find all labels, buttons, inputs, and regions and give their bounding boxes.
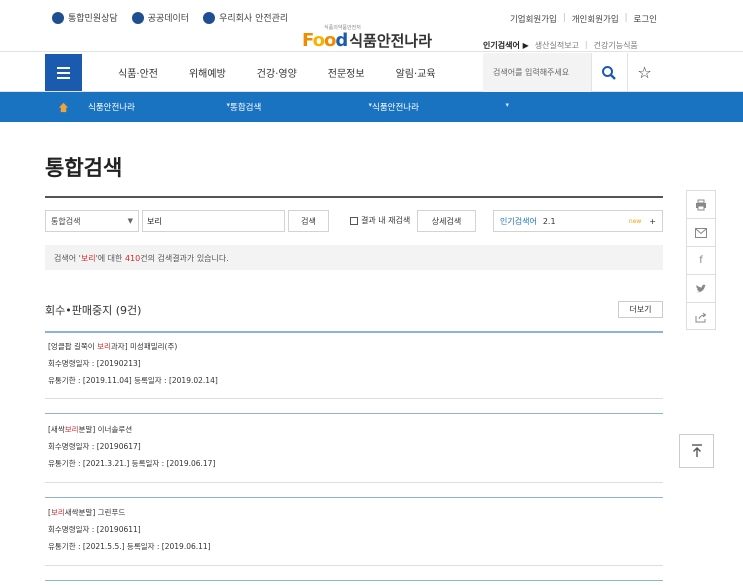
breadcrumb-item[interactable]: 식품안전나라 ▾ (88, 101, 230, 113)
site-logo[interactable]: 식품의약품안전처 Food 식품안전나라 (302, 25, 432, 51)
popular-keywords-box[interactable]: 인기검색어 2.1 new + (493, 210, 663, 232)
top-link-opendata[interactable]: 공공데이터 (131, 11, 189, 24)
result-title[interactable]: [새싹보리분말] 이너솔루션 (48, 421, 215, 438)
data-icon (131, 11, 144, 24)
search-icon[interactable] (591, 53, 625, 92)
expand-icon[interactable]: + (649, 217, 656, 226)
result-item[interactable]: [엉클팝 길쭉이 보리과자] 미성패밀리(주) 회수명령일자 : [201902… (48, 338, 218, 389)
divider (45, 398, 663, 399)
breadcrumb-item[interactable]: 통합검색 ▾ (230, 101, 372, 113)
nav-item-notice[interactable]: 알림·교육 (396, 65, 436, 80)
mail-icon[interactable] (687, 219, 715, 247)
personal-signup-link[interactable]: 개인회원가입 (572, 13, 619, 25)
popular-term[interactable]: 건강기능식품 (594, 40, 638, 51)
consult-icon (52, 11, 64, 24)
twitter-icon[interactable] (687, 275, 715, 303)
divider (45, 413, 663, 414)
result-recall-date: 회수명령일자 : [20190617] (48, 442, 141, 451)
section-title: 회수•판매중지 (9건) (45, 304, 142, 317)
scroll-top-button[interactable] (679, 434, 714, 468)
more-button[interactable]: 더보기 (618, 301, 663, 318)
nav-item-health[interactable]: 건강·영양 (257, 65, 297, 80)
title-divider (45, 196, 663, 198)
popular-term[interactable]: 생산실적보고 (535, 40, 579, 51)
arrow-up-icon (691, 444, 702, 457)
new-badge: new (628, 217, 642, 225)
search-button[interactable]: 검색 (288, 210, 329, 232)
result-title[interactable]: [보리새싹분말] 그린푸드 (48, 504, 211, 521)
company-icon (203, 11, 216, 24)
menu-button[interactable] (45, 54, 82, 91)
print-icon[interactable] (687, 191, 715, 219)
corp-signup-link[interactable]: 기업회원가입 (510, 13, 557, 25)
dropdown-icon: ▼ (127, 217, 133, 225)
nav-item-expert[interactable]: 전문정보 (328, 65, 365, 80)
home-icon[interactable] (45, 92, 82, 122)
detail-search-button[interactable]: 상세검색 (417, 210, 476, 232)
result-title[interactable]: [엉클팝 길쭉이 보리과자] 미성패밀리(주) (48, 338, 218, 355)
checkbox-icon (350, 216, 358, 225)
section-divider (45, 331, 663, 333)
divider (45, 497, 663, 498)
search-scope-select[interactable]: 통합검색 ▼ (45, 210, 139, 232)
popular-keywords-top: 인기검색어 ▶ 생산실적보고 | 건강기능식품 (483, 40, 638, 51)
star-icon[interactable]: ☆ (627, 53, 661, 92)
header-search-input[interactable]: 검색어를 입력해주세요 (483, 53, 591, 92)
result-dates: 유통기한 : [2021.3.21.] 등록일자 : [2019.06.17] (48, 459, 216, 468)
facebook-icon[interactable]: f (687, 247, 715, 275)
result-item[interactable]: [새싹보리분말] 이너솔루션 회수명령일자 : [20190617] 유통기한 … (48, 421, 215, 472)
login-link[interactable]: 로그인 (634, 13, 657, 25)
user-links: 기업회원가입 | 개인회원가입 | 로그인 (509, 13, 657, 25)
logo-food: Food (302, 30, 348, 51)
result-summary: 검색어 '보리'에 대한 410건의 검색결과가 있습니다. (45, 245, 663, 270)
top-link-consult[interactable]: 통합민원상담 (52, 11, 118, 24)
nav-item-food-safety[interactable]: 식품·안전 (118, 65, 158, 80)
divider (45, 482, 663, 483)
result-item[interactable]: [보리새싹분말] 그린푸드 회수명령일자 : [20190611] 유통기한 :… (48, 504, 211, 555)
share-icon[interactable] (687, 303, 715, 331)
breadcrumb-item[interactable]: 식품안전나라 ▾ (372, 101, 509, 113)
main-nav: 식품·안전 위해예방 건강·영양 전문정보 알림·교육 검색어를 입력해주세요 … (0, 53, 743, 92)
share-toolbar: f (686, 190, 716, 330)
top-link-safety[interactable]: 우리회사 안전관리 (203, 11, 288, 24)
result-recall-date: 회수명령일자 : [20190611] (48, 525, 141, 534)
search-within-checkbox[interactable]: 결과 내 재검색 (350, 215, 410, 226)
page-title: 통합검색 (45, 156, 123, 180)
top-links: 통합민원상담 공공데이터 우리회사 안전관리 (52, 11, 288, 24)
search-input[interactable]: 보리 (142, 210, 285, 232)
result-dates: 유통기한 : [2019.11.04] 등록일자 : [2019.02.14] (48, 376, 218, 385)
result-recall-date: 회수명령일자 : [20190213] (48, 359, 141, 368)
breadcrumb: 식품안전나라 ▾ 통합검색 ▾ 식품안전나라 ▾ (0, 92, 743, 122)
result-dates: 유통기한 : [2021.5.5.] 등록일자 : [2019.06.11] (48, 542, 211, 551)
divider (45, 580, 663, 581)
divider (45, 565, 663, 566)
nav-item-prevention[interactable]: 위해예방 (189, 65, 226, 80)
top-header: 통합민원상담 공공데이터 우리회사 안전관리 기업회원가입 | 개인회원가입 | 로… (0, 0, 743, 52)
